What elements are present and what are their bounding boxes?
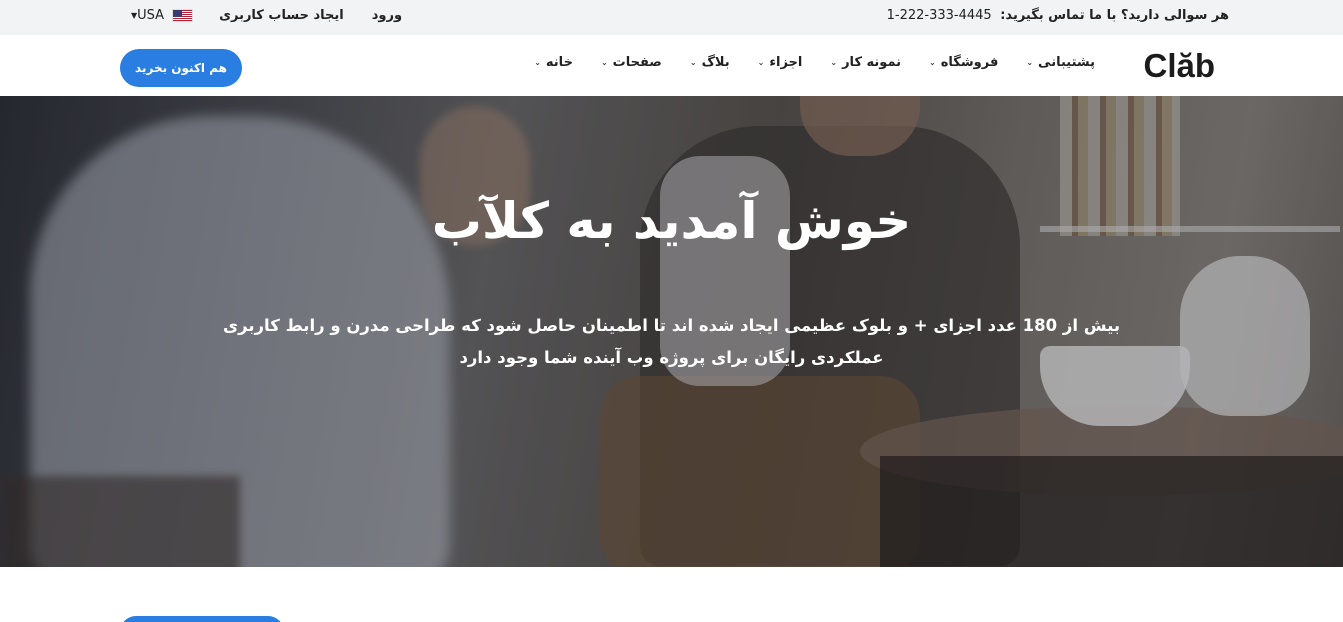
nav-item-label: فروشگاه xyxy=(940,55,999,70)
chevron-down-icon: ⌄ xyxy=(1026,58,1034,67)
top-bar: هر سوالی دارید؟ با ما تماس بگیرید: 1-222… xyxy=(0,0,1343,35)
nav-item-label: صفحات xyxy=(612,55,662,70)
buy-now-button[interactable]: هم اکنون بخرید xyxy=(120,49,242,87)
chevron-down-icon: ⌄ xyxy=(600,58,608,67)
chevron-down-icon: ⌄ xyxy=(534,58,541,67)
section-button[interactable] xyxy=(120,616,284,622)
site-logo[interactable]: Clăb xyxy=(1143,47,1215,85)
main-header: هم اکنون بخرید خانه ⌄ صفحات ⌄ بلاگ ⌄ اجز… xyxy=(0,35,1343,96)
chevron-down-icon: ⌄ xyxy=(929,58,936,67)
nav-item-label: نمونه کار xyxy=(842,55,902,70)
nav-item-blog[interactable]: بلاگ ⌄ xyxy=(690,55,730,70)
top-links: ▼ USA ایجاد حساب کاربری ورود xyxy=(128,8,402,23)
chevron-down-icon: ⌄ xyxy=(757,58,765,67)
nav-item-shop[interactable]: فروشگاه ⌄ xyxy=(929,55,998,70)
us-flag-icon xyxy=(172,9,194,22)
hero-section: خوش آمدید به کلآب بیش از 180 عدد اجزای +… xyxy=(0,96,1343,567)
phone-number[interactable]: 1-222-333-4445 xyxy=(887,8,992,23)
nav-item-support[interactable]: پشتیبانی ⌄ xyxy=(1026,55,1095,70)
nav-item-elements[interactable]: اجزاء ⌄ xyxy=(758,55,803,70)
login-link[interactable]: ورود xyxy=(372,8,402,23)
currency-selector[interactable]: ▼ USA xyxy=(128,8,194,23)
nav-item-label: پشتیبانی xyxy=(1038,55,1095,70)
nav-item-portfolio[interactable]: نمونه کار ⌄ xyxy=(830,55,901,70)
nav-item-label: اجزاء xyxy=(769,55,803,70)
chevron-down-icon: ⌄ xyxy=(830,58,838,67)
chevron-down-icon: ⌄ xyxy=(689,58,697,67)
register-link[interactable]: ایجاد حساب کاربری xyxy=(219,8,344,23)
nav-item-home[interactable]: خانه ⌄ xyxy=(534,55,573,70)
nav-item-label: خانه xyxy=(545,55,573,70)
nav-item-label: بلاگ xyxy=(701,55,730,70)
currency-label: USA xyxy=(137,8,165,23)
hero-title: خوش آمدید به کلآب xyxy=(431,192,912,250)
contact-info: هر سوالی دارید؟ با ما تماس بگیرید: 1-222… xyxy=(887,8,1229,23)
hero-description: بیش از 180 عدد اجزای + و بلوک عظیمی ایجا… xyxy=(222,316,1121,367)
nav-item-pages[interactable]: صفحات ⌄ xyxy=(601,55,662,70)
main-nav: خانه ⌄ صفحات ⌄ بلاگ ⌄ اجزاء ⌄ نمونه کار … xyxy=(506,55,1095,70)
contact-label: هر سوالی دارید؟ با ما تماس بگیرید: xyxy=(1000,8,1229,23)
